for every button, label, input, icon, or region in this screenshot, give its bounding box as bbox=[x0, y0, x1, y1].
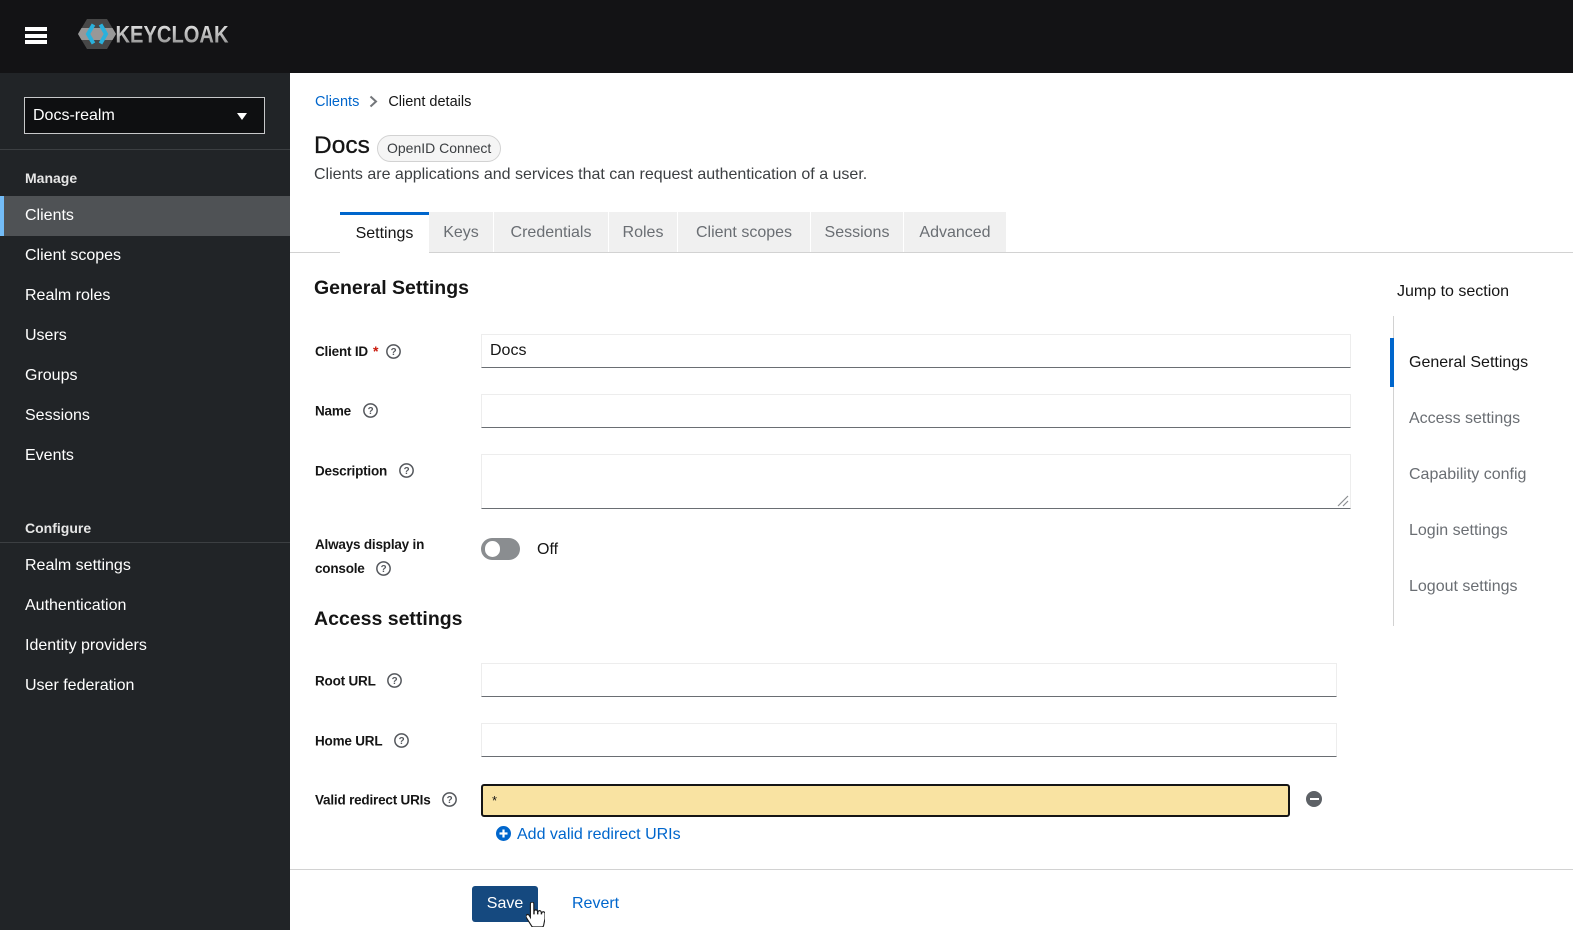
svg-text:?: ? bbox=[381, 563, 387, 574]
svg-text:KEYCLOAK: KEYCLOAK bbox=[116, 22, 230, 49]
svg-text:?: ? bbox=[398, 736, 404, 747]
svg-text:?: ? bbox=[367, 406, 373, 417]
svg-text:?: ? bbox=[391, 346, 397, 357]
svg-text:?: ? bbox=[392, 676, 398, 687]
svg-text:?: ? bbox=[447, 795, 453, 806]
svg-text:?: ? bbox=[403, 466, 409, 477]
